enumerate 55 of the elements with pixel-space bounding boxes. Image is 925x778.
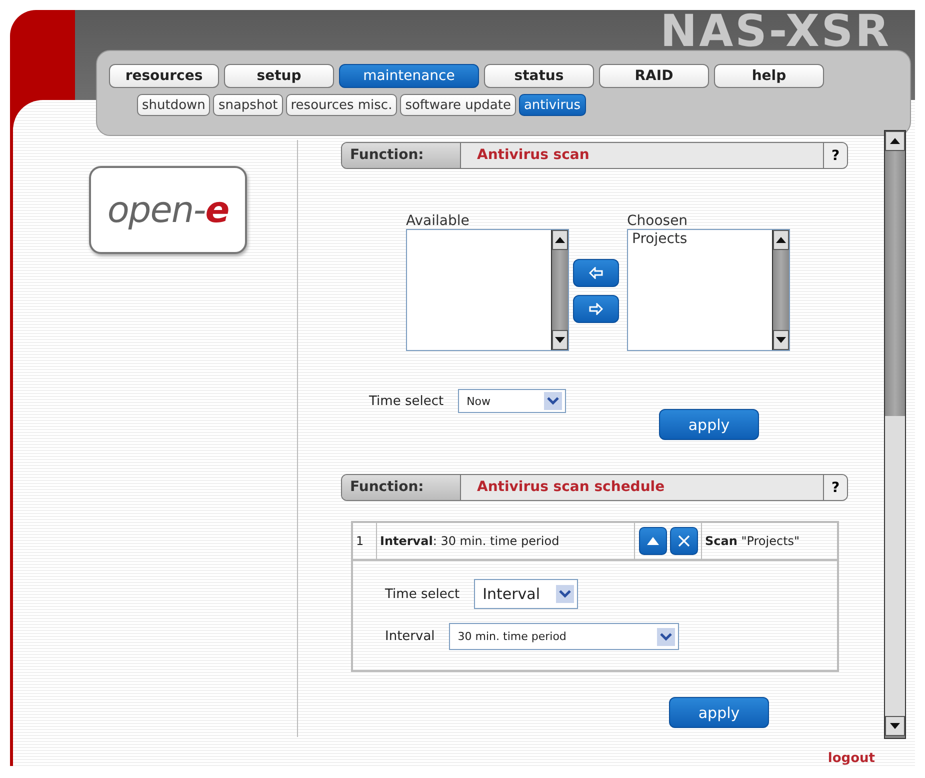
arrow-up-icon: [776, 237, 786, 243]
arrow-down-icon: [776, 337, 786, 343]
subnav-tab[interactable]: shutdown: [137, 94, 210, 116]
nav-tab[interactable]: setup: [224, 64, 334, 88]
arrow-right-icon: [589, 303, 603, 315]
time-select-dropdown[interactable]: Now: [458, 389, 566, 413]
field-label: Time select: [369, 394, 444, 408]
logo: open-e: [89, 166, 247, 254]
product-title: NAS-XSR: [660, 10, 891, 54]
arrow-down-icon: [890, 723, 900, 729]
nav-tab[interactable]: status: [484, 64, 594, 88]
subnav-tab[interactable]: resources misc.: [286, 94, 398, 116]
arrow-up-icon: [555, 237, 565, 243]
triangle-up-icon: [646, 537, 658, 545]
list-item[interactable]: Projects: [632, 231, 768, 247]
chevron-icon: [556, 585, 574, 603]
entry-action: Scan "Projects": [704, 533, 801, 550]
arrow-up-icon: [890, 138, 900, 144]
close-icon: [678, 535, 690, 547]
nav-tab[interactable]: maintenance: [339, 64, 479, 88]
period-dropdown[interactable]: 30 min. time period: [448, 623, 679, 650]
logout-link[interactable]: logout: [828, 751, 875, 766]
chevron-icon: [656, 628, 675, 646]
help-button[interactable]: ?: [823, 475, 847, 500]
arrow-down-icon: [555, 337, 565, 343]
nav-tab[interactable]: RAID: [599, 64, 709, 88]
field-label: Interval: [385, 629, 435, 644]
list-label: Available: [406, 213, 470, 229]
scrollbar[interactable]: [884, 130, 906, 739]
field-label: Time select: [385, 586, 460, 602]
scrollbar[interactable]: [772, 230, 789, 350]
move-right-button[interactable]: [573, 295, 619, 323]
chevron-icon: [544, 392, 562, 410]
nav-tab[interactable]: help: [714, 64, 824, 88]
move-left-button[interactable]: [573, 259, 619, 287]
entry-summary: Interval: 30 min. time period: [377, 523, 635, 559]
arrow-left-icon: [589, 267, 603, 279]
apply-button[interactable]: apply: [659, 409, 759, 440]
subnav-tab[interactable]: antivirus: [518, 94, 586, 116]
subnav-tab[interactable]: software update: [400, 94, 516, 116]
time-select-dropdown[interactable]: Interval: [474, 579, 578, 609]
nav-tab[interactable]: resources: [109, 64, 219, 88]
scrollbar[interactable]: [551, 230, 568, 350]
subnav-tab[interactable]: snapshot: [213, 94, 283, 116]
function-title: Antivirus scan schedule: [476, 478, 666, 497]
function-label: Function:: [342, 143, 461, 168]
function-title: Antivirus scan: [476, 146, 590, 165]
function-label: Function:: [342, 475, 461, 500]
list-box[interactable]: Projects: [627, 229, 790, 351]
help-button[interactable]: ?: [823, 143, 847, 168]
list-label: Choosen: [627, 213, 689, 229]
apply-button[interactable]: apply: [669, 697, 769, 728]
entry-number: 1: [353, 523, 377, 559]
move-up-button[interactable]: [638, 527, 666, 555]
delete-button[interactable]: [670, 527, 698, 555]
